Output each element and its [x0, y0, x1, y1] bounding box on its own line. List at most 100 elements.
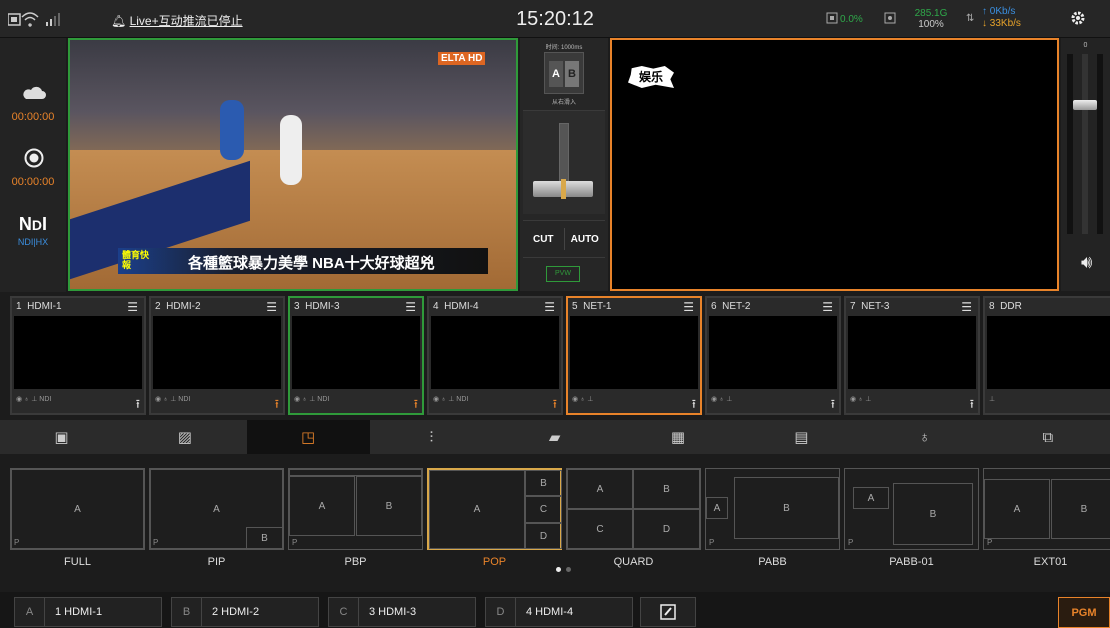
source-tile-ddr[interactable]: 8 DDR ⊥ — [983, 296, 1110, 415]
upload-icon[interactable]: ⭱ — [692, 395, 696, 416]
record-timer: 00:00:00 — [11, 176, 55, 188]
source-name: NET-2 — [722, 301, 751, 312]
tab-schedule[interactable]: ▦ — [617, 420, 740, 454]
list-menu-icon[interactable]: ☰ — [266, 300, 277, 314]
news-tag: 體育快報 — [122, 250, 150, 270]
clipboard-icon: ▤ — [794, 429, 809, 446]
list-menu-icon[interactable]: ☰ — [544, 300, 555, 314]
auto-button[interactable]: AUTO — [565, 234, 606, 245]
pvw-toggle-button[interactable]: PVW — [546, 266, 580, 282]
list-menu-icon[interactable]: ☰ — [961, 300, 972, 314]
source-name: NET-3 — [861, 301, 890, 312]
status-icons: ◉ ♁ ⊥ NDI — [433, 396, 469, 403]
audio-fader-handle[interactable] — [1073, 100, 1097, 110]
layout-region: B — [734, 477, 839, 539]
status-icons: ◉ ♁ ⊥ NDI — [16, 396, 52, 403]
source-tile-hdmi-4[interactable]: 4 HDMI-4 ☰ ◉ ♁ ⊥ NDI ⭱ — [427, 296, 563, 415]
source-number: 3 — [294, 301, 300, 312]
page-dot[interactable] — [566, 567, 571, 572]
upload-icon[interactable]: ⭱ — [970, 395, 974, 416]
upload-icon[interactable]: ⭱ — [414, 395, 418, 416]
source-status-icons: ◉ ♁ ⊥ NDI ⭱ — [16, 395, 140, 411]
upload-icon[interactable]: ⭱ — [275, 395, 279, 416]
layout-p-marker: P — [292, 538, 298, 547]
edit-button[interactable] — [640, 597, 696, 627]
audio-fader-track — [1082, 54, 1088, 234]
source-tile-hdmi-2[interactable]: 2 HDMI-2 ☰ ◉ ♁ ⊥ NDI ⭱ — [149, 296, 285, 415]
tab-swap[interactable]: ⧉ — [986, 420, 1109, 454]
record-icon[interactable] — [24, 148, 44, 168]
layout-region: A — [984, 479, 1050, 539]
list-menu-icon[interactable]: ☰ — [405, 300, 416, 314]
ndi-hx-label: NDI|HX — [17, 237, 49, 247]
source-header: 5 NET-1 ☰ — [568, 298, 700, 316]
cloud-stream-icon[interactable] — [22, 84, 46, 102]
tab-joystick[interactable]: ♁ — [863, 420, 986, 454]
preview-monitor[interactable]: ELTA HD 體育快報 各種籃球暴力美學 NBA十大好球超兇 — [68, 38, 518, 291]
source-tile-net-2[interactable]: 6 NET-2 ☰ ◉ ♁ ⊥ ⭱ — [705, 296, 841, 415]
caption-text: 各種籃球暴力美學 NBA十大好球超兇 — [188, 255, 435, 272]
channel-c-selector[interactable]: C 3 HDMI-3 — [328, 597, 476, 627]
source-header: 8 DDR — [985, 298, 1110, 316]
gear-icon[interactable] — [1070, 10, 1086, 26]
channel-source-name: 2 HDMI-2 — [212, 606, 260, 618]
layout-quard[interactable]: ABCD — [566, 468, 701, 550]
tab-clipboard[interactable]: ▤ — [740, 420, 863, 454]
layout-label: PABB — [758, 556, 787, 568]
ndi-logo[interactable]: NDI — [0, 214, 66, 235]
list-menu-icon[interactable]: ☰ — [127, 300, 138, 314]
upload-icon[interactable]: ⭱ — [831, 395, 835, 416]
speaker-icon[interactable]: 🔊︎ — [1081, 252, 1092, 273]
page-dot-active[interactable] — [556, 567, 561, 572]
source-thumbnail — [848, 316, 976, 389]
channel-d-selector[interactable]: D 4 HDMI-4 — [485, 597, 633, 627]
connection-status-icon — [8, 12, 60, 27]
switcher-app: 🔔︎ Live+互动推流已停止 15:20:12 0.0% 285.1G 100… — [0, 0, 1110, 628]
tab-mixer[interactable]: ⫶ — [370, 420, 493, 454]
upload-icon[interactable]: ⭱ — [136, 395, 140, 416]
upload-icon[interactable]: ⭱ — [553, 395, 557, 416]
tab-image[interactable]: ▣ — [0, 420, 123, 454]
folder-icon: ▰ — [548, 429, 561, 446]
source-header: 4 HDMI-4 ☰ — [429, 298, 561, 316]
status-icons: ⊥ — [989, 396, 996, 403]
cpu-usage: 0.0% — [840, 14, 863, 25]
layout-region: B — [246, 527, 283, 549]
player-figure — [220, 100, 244, 160]
channel-letter: D — [486, 598, 516, 626]
network-speed: ↑ 0Kb/s ↓ 33Kb/s — [982, 6, 1021, 29]
source-tile-net-1[interactable]: 5 NET-1 ☰ ◉ ♁ ⊥ ⭱ — [566, 296, 702, 415]
layout-full[interactable]: AP — [10, 468, 145, 550]
layout-pop[interactable]: ABCD — [427, 468, 562, 550]
transition-panel: 时间: 1000ms A B 从右滑入 CUT AUTO PVW — [520, 38, 608, 291]
source-tile-hdmi-1[interactable]: 1 HDMI-1 ☰ ◉ ♁ ⊥ NDI ⭱ — [10, 296, 146, 415]
tab-folder[interactable]: ▰ — [493, 420, 616, 454]
source-thumbnail — [431, 316, 559, 389]
layout-p-marker: P — [848, 538, 854, 547]
cut-button[interactable]: CUT — [523, 234, 564, 245]
source-number: 2 — [155, 301, 161, 312]
source-tile-hdmi-3[interactable]: 3 HDMI-3 ☰ ◉ ♁ ⊥ NDI ⭱ — [288, 296, 424, 415]
layout-pabb[interactable]: AB P — [705, 468, 840, 550]
program-monitor[interactable]: 娱乐 — [610, 38, 1059, 291]
layout-p-marker: P — [987, 538, 993, 547]
pgm-button[interactable]: PGM — [1058, 597, 1110, 628]
list-menu-icon[interactable]: ☰ — [683, 300, 694, 314]
layout-pabb-01[interactable]: AB P — [844, 468, 979, 550]
channel-b-selector[interactable]: B 2 HDMI-2 — [171, 597, 319, 627]
transition-effect-button[interactable]: A B — [544, 52, 584, 94]
layout-pbp[interactable]: AB P — [288, 468, 423, 550]
audio-meter-left — [1067, 54, 1073, 234]
stream-status[interactable]: 🔔︎ Live+互动推流已停止 — [111, 12, 243, 29]
status-icons: ◉ ♁ ⊥ — [711, 396, 733, 403]
t-bar[interactable] — [523, 110, 605, 214]
channel-a-selector[interactable]: A 1 HDMI-1 — [14, 597, 162, 627]
layout-pip[interactable]: ABP — [149, 468, 284, 550]
list-menu-icon[interactable]: ☰ — [822, 300, 833, 314]
source-tile-net-3[interactable]: 7 NET-3 ☰ ◉ ♁ ⊥ ⭱ — [844, 296, 980, 415]
layout-region: A — [567, 469, 633, 509]
player-figure — [280, 115, 302, 185]
tab-picture-text[interactable]: ▨ — [123, 420, 246, 454]
layout-ext01[interactable]: AB P — [983, 468, 1110, 550]
tab-pip[interactable]: ◳ — [246, 420, 370, 454]
